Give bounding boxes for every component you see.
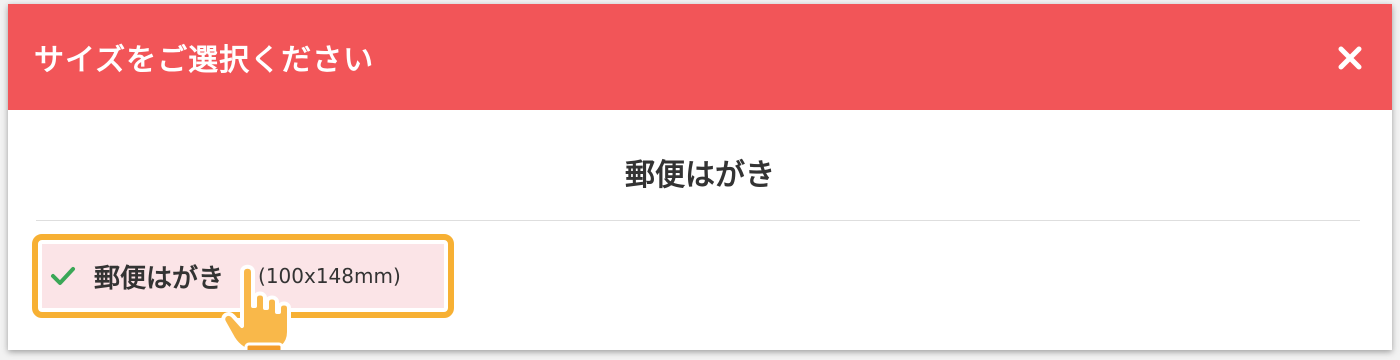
option-label: 郵便はがき xyxy=(94,263,225,294)
check-icon xyxy=(50,264,78,288)
modal-header: サイズをご選択ください xyxy=(8,4,1392,110)
pointer-hand-icon xyxy=(221,264,291,350)
close-button[interactable] xyxy=(1330,38,1370,78)
size-select-modal: サイズをご選択ください 郵便はがき 郵便はがき (100x148mm) xyxy=(8,4,1392,350)
section-title: 郵便はがき xyxy=(625,158,775,193)
divider xyxy=(36,220,1360,221)
close-icon xyxy=(1338,46,1362,70)
modal-title: サイズをご選択ください xyxy=(34,43,375,78)
